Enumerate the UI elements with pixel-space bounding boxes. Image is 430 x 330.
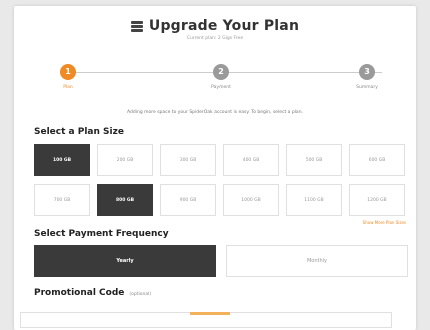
promo-accent-bar: [190, 312, 230, 315]
page-title: Upgrade Your Plan: [148, 18, 300, 34]
plan-size-option[interactable]: 400 GB: [223, 144, 279, 176]
plan-size-option[interactable]: 100 GB: [34, 144, 90, 176]
header: Upgrade Your Plan Current plan: 2 Gigs F…: [14, 6, 416, 60]
plan-size-grid: 100 GB 200 GB 300 GB 400 GB 500 GB 600 G…: [34, 144, 416, 216]
plan-size-option[interactable]: 700 GB: [34, 184, 90, 216]
intro-text: Adding more space to your SpiderOak acco…: [127, 110, 303, 115]
progress-stepper: 1 Plan 2 Payment 3 Summary: [14, 60, 416, 100]
frequency-toggle: Yearly Monthly: [34, 245, 416, 277]
step-label: Plan: [63, 85, 73, 90]
promo-heading: Promotional Code: [34, 288, 125, 298]
plan-size-option[interactable]: 500 GB: [286, 144, 342, 176]
frequency-yearly-button[interactable]: Yearly: [34, 245, 216, 277]
upgrade-plan-card: Upgrade Your Plan Current plan: 2 Gigs F…: [14, 6, 416, 330]
plan-size-option[interactable]: 1000 GB: [223, 184, 279, 216]
frequency-heading: Select Payment Frequency: [34, 229, 169, 239]
plan-size-option[interactable]: 1200 GB: [349, 184, 405, 216]
promo-heading-row: Promotional Code (optional): [34, 288, 416, 298]
step-number: 2: [213, 64, 229, 80]
step-summary[interactable]: 3 Summary: [342, 60, 392, 90]
plan-size-option[interactable]: 300 GB: [160, 144, 216, 176]
step-number: 1: [60, 64, 76, 80]
step-plan[interactable]: 1 Plan: [43, 60, 93, 90]
promo-optional-label: (optional): [129, 292, 152, 297]
step-label: Payment: [211, 85, 231, 90]
show-more-sizes-link[interactable]: Show More Plan Sizes: [14, 220, 406, 225]
plan-size-heading: Select a Plan Size: [34, 127, 124, 137]
step-label: Summary: [356, 85, 378, 90]
step-payment[interactable]: 2 Payment: [196, 60, 246, 90]
page-subtitle: Current plan: 2 Gigs Free: [186, 36, 244, 41]
step-number: 3: [359, 64, 375, 80]
plan-size-option[interactable]: 200 GB: [97, 144, 153, 176]
plan-size-option[interactable]: 900 GB: [160, 184, 216, 216]
plan-size-option[interactable]: 800 GB: [97, 184, 153, 216]
plan-size-option[interactable]: 1100 GB: [286, 184, 342, 216]
plan-size-option[interactable]: 600 GB: [349, 144, 405, 176]
server-icon: [130, 20, 143, 32]
title-row: Upgrade Your Plan: [14, 6, 416, 34]
frequency-monthly-button[interactable]: Monthly: [226, 245, 408, 277]
